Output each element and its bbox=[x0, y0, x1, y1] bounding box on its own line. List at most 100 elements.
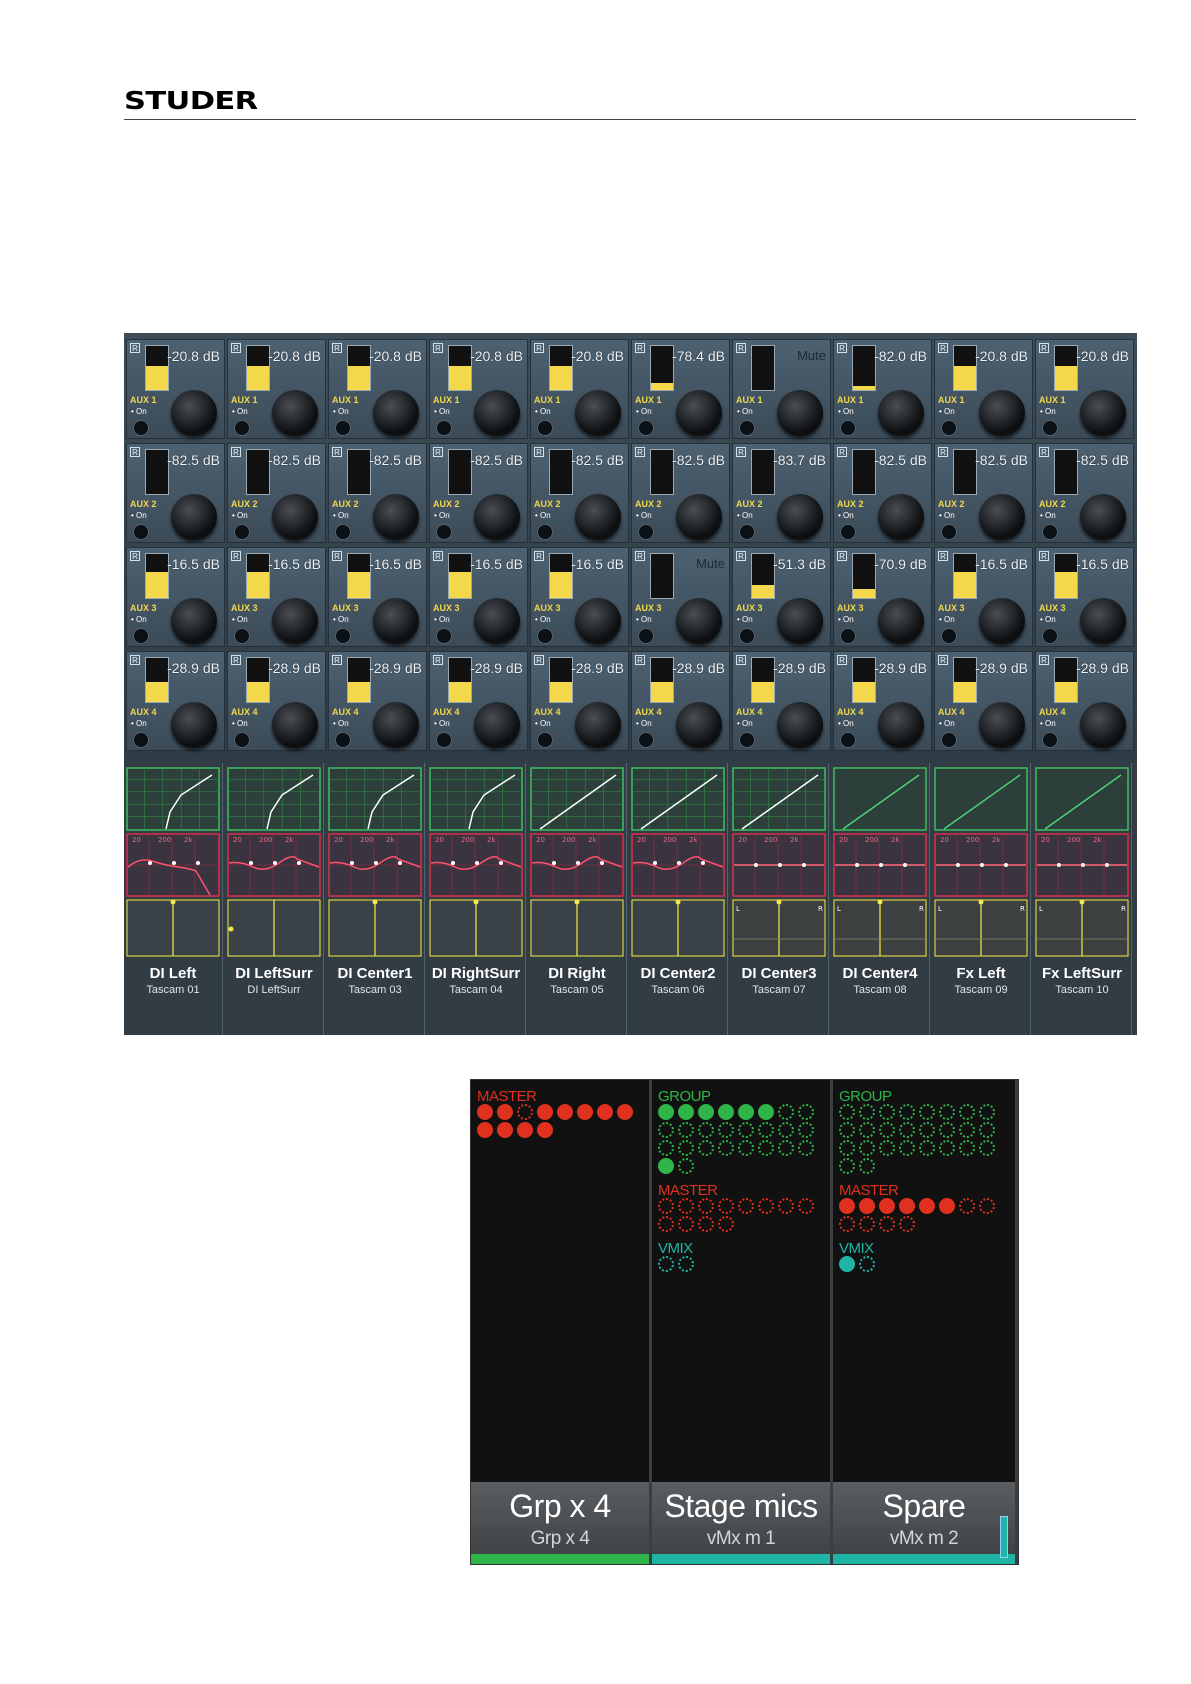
aux-on-button[interactable] bbox=[537, 420, 553, 436]
group-assign-dot[interactable] bbox=[899, 1122, 915, 1138]
group-assign-dot[interactable] bbox=[919, 1104, 935, 1120]
master-assign-dot[interactable] bbox=[658, 1216, 674, 1232]
aux-on-button[interactable] bbox=[537, 732, 553, 748]
aux-on-button[interactable] bbox=[133, 628, 149, 644]
aux-send-knob[interactable] bbox=[164, 598, 222, 646]
master-assign-dot[interactable] bbox=[979, 1198, 995, 1214]
aux-on-button[interactable] bbox=[941, 628, 957, 644]
master-assign-dot[interactable] bbox=[859, 1216, 875, 1232]
master-assign-dot[interactable] bbox=[617, 1104, 633, 1120]
group-assign-dot[interactable] bbox=[879, 1104, 895, 1120]
aux-on-button[interactable] bbox=[335, 628, 351, 644]
vmix-assign-dot[interactable] bbox=[658, 1256, 674, 1272]
master-assign-dot[interactable] bbox=[497, 1122, 513, 1138]
aux-on-button[interactable] bbox=[638, 628, 654, 644]
aux-send-knob[interactable] bbox=[467, 390, 525, 438]
group-assign-dot[interactable] bbox=[758, 1122, 774, 1138]
aux-on-button[interactable] bbox=[234, 732, 250, 748]
aux-on-button[interactable] bbox=[537, 524, 553, 540]
master-assign-dot[interactable] bbox=[718, 1216, 734, 1232]
group-assign-dot[interactable] bbox=[658, 1122, 674, 1138]
aux-on-button[interactable] bbox=[436, 732, 452, 748]
master-assign-dot[interactable] bbox=[698, 1198, 714, 1214]
aux-on-button[interactable] bbox=[436, 420, 452, 436]
master-assign-dot[interactable] bbox=[678, 1216, 694, 1232]
master-assign-dot[interactable] bbox=[859, 1198, 875, 1214]
master-assign-dot[interactable] bbox=[839, 1198, 855, 1214]
aux-on-button[interactable] bbox=[133, 524, 149, 540]
master-assign-dot[interactable] bbox=[959, 1198, 975, 1214]
group-assign-dot[interactable] bbox=[738, 1122, 754, 1138]
aux-send-knob[interactable] bbox=[770, 494, 828, 542]
group-assign-dot[interactable] bbox=[718, 1140, 734, 1156]
aux-on-button[interactable] bbox=[840, 732, 856, 748]
aux-send-knob[interactable] bbox=[366, 390, 424, 438]
group-assign-dot[interactable] bbox=[798, 1122, 814, 1138]
master-assign-dot[interactable] bbox=[738, 1198, 754, 1214]
group-assign-dot[interactable] bbox=[758, 1140, 774, 1156]
master-assign-dot[interactable] bbox=[557, 1104, 573, 1120]
aux-send-knob[interactable] bbox=[1073, 598, 1131, 646]
master-assign-dot[interactable] bbox=[497, 1104, 513, 1120]
master-assign-dot[interactable] bbox=[517, 1122, 533, 1138]
group-assign-dot[interactable] bbox=[939, 1104, 955, 1120]
aux-on-button[interactable] bbox=[133, 420, 149, 436]
aux-on-button[interactable] bbox=[234, 628, 250, 644]
group-assign-dot[interactable] bbox=[798, 1104, 814, 1120]
group-assign-dot[interactable] bbox=[718, 1104, 734, 1120]
aux-on-button[interactable] bbox=[739, 524, 755, 540]
group-assign-dot[interactable] bbox=[698, 1122, 714, 1138]
aux-send-knob[interactable] bbox=[972, 702, 1030, 750]
aux-on-button[interactable] bbox=[941, 732, 957, 748]
aux-send-knob[interactable] bbox=[770, 598, 828, 646]
group-assign-dot[interactable] bbox=[979, 1122, 995, 1138]
group-assign-dot[interactable] bbox=[839, 1140, 855, 1156]
aux-on-button[interactable] bbox=[840, 628, 856, 644]
aux-on-button[interactable] bbox=[1042, 732, 1058, 748]
aux-send-knob[interactable] bbox=[164, 702, 222, 750]
aux-send-knob[interactable] bbox=[669, 390, 727, 438]
aux-send-knob[interactable] bbox=[265, 598, 323, 646]
group-assign-dot[interactable] bbox=[678, 1140, 694, 1156]
master-assign-dot[interactable] bbox=[477, 1122, 493, 1138]
aux-on-button[interactable] bbox=[234, 524, 250, 540]
group-assign-dot[interactable] bbox=[879, 1122, 895, 1138]
aux-on-button[interactable] bbox=[840, 420, 856, 436]
aux-on-button[interactable] bbox=[234, 420, 250, 436]
aux-send-knob[interactable] bbox=[366, 702, 424, 750]
group-assign-dot[interactable] bbox=[718, 1122, 734, 1138]
aux-send-knob[interactable] bbox=[1073, 494, 1131, 542]
aux-on-button[interactable] bbox=[638, 420, 654, 436]
aux-send-knob[interactable] bbox=[265, 494, 323, 542]
master-assign-dot[interactable] bbox=[477, 1104, 493, 1120]
aux-send-knob[interactable] bbox=[568, 494, 626, 542]
aux-send-knob[interactable] bbox=[265, 702, 323, 750]
master-assign-dot[interactable] bbox=[778, 1198, 794, 1214]
group-assign-dot[interactable] bbox=[959, 1122, 975, 1138]
master-assign-dot[interactable] bbox=[517, 1104, 533, 1120]
aux-send-knob[interactable] bbox=[568, 598, 626, 646]
group-assign-dot[interactable] bbox=[839, 1158, 855, 1174]
master-assign-dot[interactable] bbox=[537, 1122, 553, 1138]
aux-on-button[interactable] bbox=[739, 732, 755, 748]
aux-send-knob[interactable] bbox=[1073, 702, 1131, 750]
group-assign-dot[interactable] bbox=[678, 1104, 694, 1120]
group-assign-dot[interactable] bbox=[959, 1104, 975, 1120]
master-assign-dot[interactable] bbox=[698, 1216, 714, 1232]
aux-send-knob[interactable] bbox=[871, 702, 929, 750]
group-assign-dot[interactable] bbox=[678, 1122, 694, 1138]
aux-on-button[interactable] bbox=[739, 420, 755, 436]
aux-on-button[interactable] bbox=[840, 524, 856, 540]
aux-send-knob[interactable] bbox=[164, 390, 222, 438]
master-assign-dot[interactable] bbox=[798, 1198, 814, 1214]
aux-send-knob[interactable] bbox=[669, 598, 727, 646]
aux-on-button[interactable] bbox=[1042, 420, 1058, 436]
group-assign-dot[interactable] bbox=[839, 1104, 855, 1120]
master-assign-dot[interactable] bbox=[899, 1198, 915, 1214]
group-assign-dot[interactable] bbox=[879, 1140, 895, 1156]
aux-send-knob[interactable] bbox=[467, 598, 525, 646]
group-assign-dot[interactable] bbox=[939, 1140, 955, 1156]
group-assign-dot[interactable] bbox=[778, 1140, 794, 1156]
group-assign-dot[interactable] bbox=[919, 1122, 935, 1138]
aux-on-button[interactable] bbox=[133, 732, 149, 748]
